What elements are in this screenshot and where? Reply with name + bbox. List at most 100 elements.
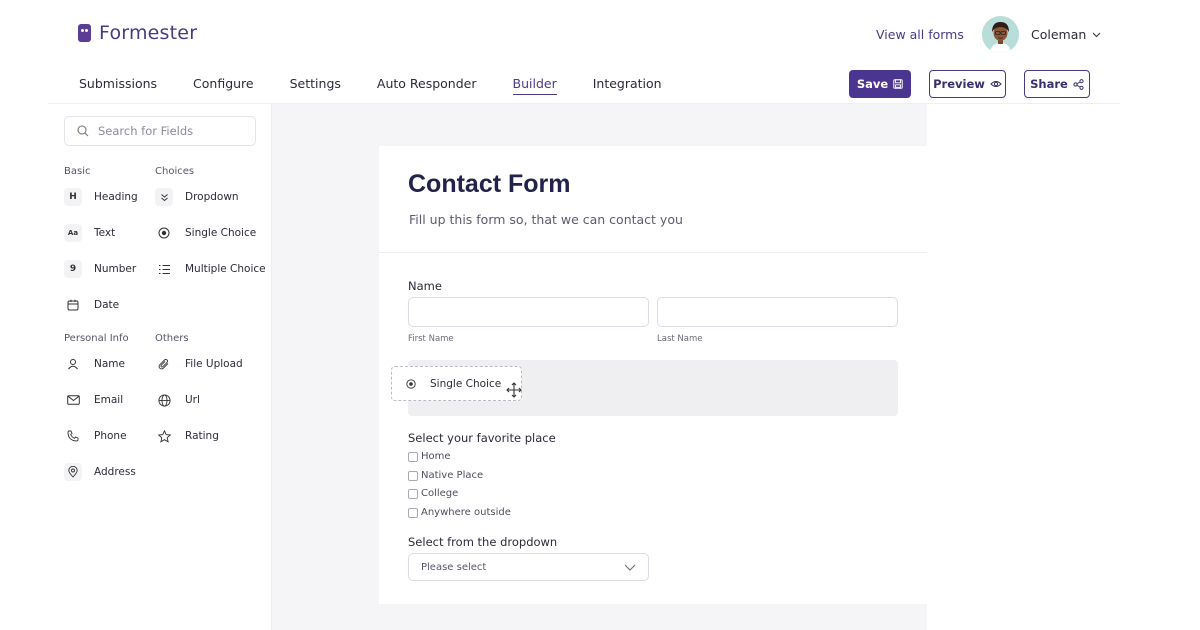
field-label: Dropdown — [185, 191, 239, 203]
field-date[interactable]: Date — [64, 296, 119, 314]
app-name: Formester — [99, 22, 198, 44]
form-title[interactable]: Contact Form — [408, 170, 571, 199]
field-text[interactable]: Aa Text — [64, 224, 115, 242]
tab-builder[interactable]: Builder — [512, 76, 557, 95]
app-logo[interactable]: Formester — [78, 22, 197, 44]
option-label: College — [421, 488, 459, 499]
last-name-hint: Last Name — [657, 334, 703, 344]
chevron-down-icon — [1092, 32, 1101, 37]
user-name: Coleman — [1031, 27, 1087, 42]
dropdown-placeholder: Please select — [421, 561, 487, 573]
radio-icon — [155, 224, 173, 242]
field-label: File Upload — [185, 358, 243, 370]
share-icon — [1073, 78, 1084, 90]
checkbox[interactable] — [408, 507, 418, 518]
form-header-divider — [379, 252, 927, 253]
option-label: Home — [421, 451, 451, 462]
field-label: Rating — [185, 430, 219, 442]
option-label: Native Place — [421, 470, 484, 481]
field-dropdown[interactable]: Dropdown — [155, 188, 239, 206]
tab-submissions[interactable]: Submissions — [79, 76, 157, 95]
field-label: Text — [94, 227, 116, 239]
user-menu[interactable]: Coleman — [1031, 27, 1101, 42]
tab-configure[interactable]: Configure — [193, 76, 254, 95]
last-name-input[interactable] — [657, 297, 898, 327]
checklist-icon — [155, 260, 173, 278]
dropdown-select[interactable]: Please select — [408, 553, 649, 581]
search-fields-input[interactable] — [98, 124, 248, 138]
tab-settings[interactable]: Settings — [290, 76, 341, 95]
form-subtitle[interactable]: Fill up this form so, that we can contac… — [409, 212, 683, 227]
location-icon — [64, 463, 82, 481]
preview-button[interactable]: Preview — [929, 70, 1006, 98]
text-icon: Aa — [64, 224, 82, 242]
avatar-illustration — [982, 16, 1019, 53]
field-name[interactable]: Name — [64, 355, 125, 373]
field-heading[interactable]: H Heading — [64, 188, 138, 206]
field-search-box[interactable] — [64, 116, 256, 146]
field-phone[interactable]: Phone — [64, 427, 127, 445]
paperclip-icon — [155, 355, 173, 373]
dropdown-icon — [155, 188, 173, 206]
checkbox-option-anywhere-outside[interactable]: Anywhere outside — [408, 507, 511, 518]
checkbox-option-native-place[interactable]: Native Place — [408, 470, 483, 481]
field-label: Address — [94, 466, 136, 478]
field-label: Date — [94, 299, 120, 311]
user-icon — [64, 355, 82, 373]
first-name-hint: First Name — [408, 334, 454, 344]
checkbox-option-home[interactable]: Home — [408, 451, 451, 462]
field-label: Url — [185, 394, 200, 406]
share-button[interactable]: Share — [1024, 70, 1090, 98]
star-icon — [155, 427, 173, 445]
heading-icon: H — [64, 188, 82, 206]
favorite-place-label: Select your favorite place — [408, 431, 556, 445]
checkbox-option-college[interactable]: College — [408, 488, 458, 499]
save-disk-icon — [893, 79, 903, 89]
field-label: Number — [94, 263, 137, 275]
dragging-field-label: Single Choice — [430, 377, 502, 390]
checkbox[interactable] — [408, 470, 418, 481]
top-header: Formester View all forms Coleman — [0, 0, 1200, 68]
field-multiple-choice[interactable]: Multiple Choice — [155, 260, 266, 278]
field-address[interactable]: Address — [64, 463, 136, 481]
save-button[interactable]: Save — [849, 70, 911, 98]
tab-auto-responder[interactable]: Auto Responder — [377, 76, 477, 95]
section-title-personal-info: Personal Info — [64, 333, 129, 344]
field-label: Phone — [94, 430, 127, 442]
eye-icon — [990, 81, 1002, 87]
tab-integration[interactable]: Integration — [593, 76, 662, 95]
view-all-forms-link[interactable]: View all forms — [876, 27, 964, 42]
radio-icon — [406, 378, 416, 389]
user-avatar[interactable] — [982, 16, 1019, 53]
mail-icon — [64, 391, 82, 409]
globe-icon — [155, 391, 173, 409]
field-label: Multiple Choice — [185, 263, 266, 275]
field-rating[interactable]: Rating — [155, 427, 219, 445]
number-icon: 9 — [64, 260, 82, 278]
move-cursor-icon — [506, 382, 522, 398]
field-label: Email — [94, 394, 124, 406]
field-label: Single Choice — [185, 227, 257, 239]
option-label: Anywhere outside — [421, 507, 511, 518]
field-file-upload[interactable]: File Upload — [155, 355, 243, 373]
builder-nav-tabs: Submissions Configure Settings Auto Resp… — [79, 76, 698, 95]
search-icon — [77, 125, 89, 137]
dragging-single-choice-field[interactable]: Single Choice — [391, 366, 522, 401]
section-title-others: Others — [155, 333, 189, 344]
dropdown-field-label: Select from the dropdown — [408, 535, 558, 549]
first-name-input[interactable] — [408, 297, 649, 327]
section-title-choices: Choices — [155, 166, 195, 177]
field-email[interactable]: Email — [64, 391, 123, 409]
field-palette-sidebar: Basic Choices H Heading Aa Text 9 Number… — [48, 104, 272, 630]
share-button-label: Share — [1030, 77, 1068, 91]
field-url[interactable]: Url — [155, 391, 200, 409]
field-single-choice[interactable]: Single Choice — [155, 224, 256, 242]
checkbox[interactable] — [408, 488, 418, 499]
save-button-label: Save — [856, 77, 889, 91]
name-field-label: Name — [408, 279, 442, 293]
checkbox[interactable] — [408, 451, 418, 462]
formester-logo-icon — [78, 24, 91, 42]
field-number[interactable]: 9 Number — [64, 260, 136, 278]
chevron-down-icon — [624, 564, 636, 571]
section-title-basic: Basic — [64, 166, 91, 177]
